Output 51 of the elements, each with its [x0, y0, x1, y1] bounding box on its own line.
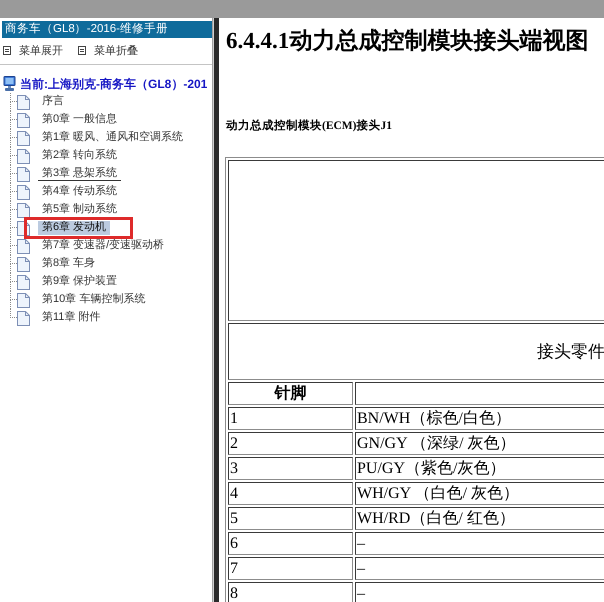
table-cell: 6 [228, 532, 353, 555]
table-cell: 5 [228, 507, 353, 530]
tree-item-link[interactable]: 第7章 变速器/变速驱动桥 [38, 239, 168, 253]
computer-icon [3, 76, 16, 92]
page-icon [17, 130, 30, 146]
tree-item-link[interactable]: 第1章 暖风、通风和空调系统 [38, 131, 188, 145]
table-cell: 7 [228, 557, 353, 580]
page-icon [17, 202, 30, 218]
page-icon [17, 94, 30, 110]
table-cell: GN/GY （深绿/ 灰色） [355, 432, 604, 455]
tree-item-link[interactable]: 第3章 悬架系统 [38, 167, 122, 181]
table-cell: WH/RD（白色/ 红色） [355, 507, 604, 530]
tree-item-link[interactable]: 第2章 转向系统 [38, 149, 122, 163]
menu-link[interactable]: 菜单展开 [3, 42, 63, 58]
page-icon [17, 292, 30, 308]
tree-item-link[interactable]: 第6章 发动机 [38, 221, 110, 235]
table-cell: BN/WH（棕色/白色） [355, 407, 604, 430]
page-icon [17, 184, 30, 200]
table-caption: 动力总成控制模块(ECM)接头J1 [226, 119, 392, 133]
table-cell: PU/GY（紫色/灰色） [355, 457, 604, 480]
tree-item-link[interactable]: 第8章 车身 [38, 257, 100, 271]
menu-link[interactable]: 菜单折叠 [78, 42, 138, 58]
tree-item-link[interactable]: 第5章 制动系统 [38, 203, 122, 217]
tree-item-link[interactable]: 第4章 传动系统 [38, 185, 122, 199]
table-cell: 4 [228, 482, 353, 505]
page-icon [17, 166, 30, 182]
column-header: 针脚 [228, 382, 353, 405]
table-cell: – [355, 532, 604, 555]
table-cell: 2 [228, 432, 353, 455]
page-icon [17, 148, 30, 164]
table-cell: 8 [228, 582, 353, 602]
page-icon [17, 238, 30, 254]
page-icon [17, 112, 30, 128]
tree-item-link[interactable]: 第11章 附件 [38, 311, 104, 325]
list-icon [78, 46, 86, 54]
table-cell: 3 [228, 457, 353, 480]
table-cell: WH/GY （白色/ 灰色） [355, 482, 604, 505]
tree-root-link[interactable]: 当前:上海别克-商务车（GL8）-201 [20, 76, 208, 92]
page-icon [17, 256, 30, 272]
manual-title-bar: 商务车（GL8）-2016-维修手册 [2, 21, 212, 38]
tree-item-link[interactable]: 序言 [38, 95, 68, 109]
tree-item-link[interactable]: 第0章 一般信息 [38, 113, 122, 127]
page-icon [17, 274, 30, 290]
page-icon [17, 310, 30, 326]
table-cell: – [355, 557, 604, 580]
page-heading: 6.4.4.1动力总成控制模块接头端视图 [226, 28, 588, 54]
table-cell: – [355, 582, 604, 602]
tree-item-link[interactable]: 第9章 保护装置 [38, 275, 122, 289]
table-cell: 1 [228, 407, 353, 430]
list-icon [3, 46, 11, 54]
tree-item-link[interactable]: 第10章 车辆控制系统 [38, 293, 150, 307]
